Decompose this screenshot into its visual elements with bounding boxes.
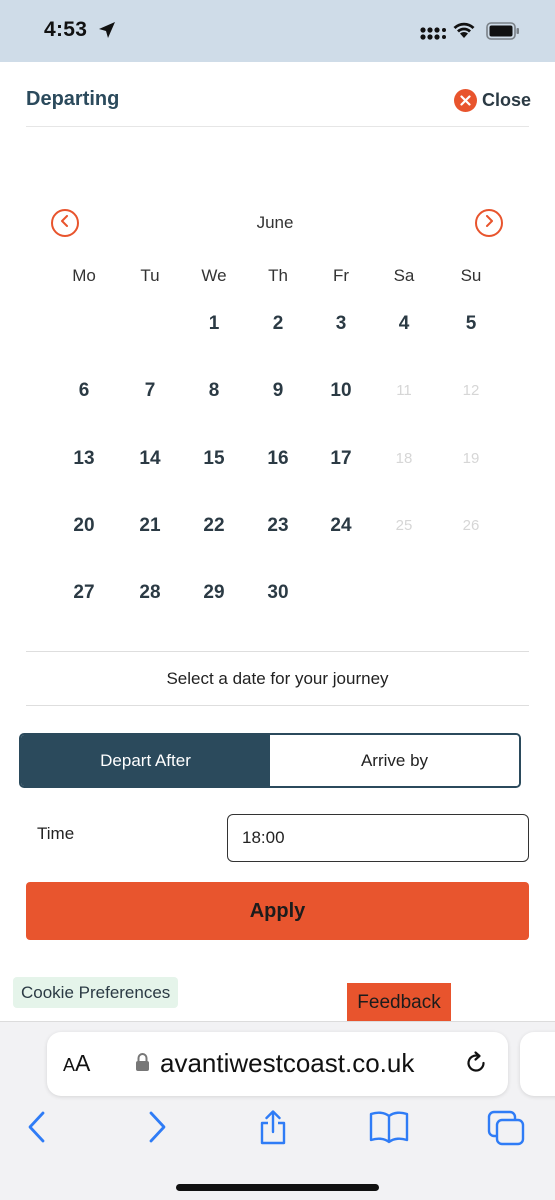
calendar-day-disabled: 25 bbox=[395, 517, 413, 534]
calendar-day[interactable]: 13 bbox=[54, 439, 114, 479]
calendar-day[interactable]: 14 bbox=[120, 439, 180, 479]
calendar-day[interactable]: 30 bbox=[248, 573, 308, 613]
feedback-button[interactable]: Feedback bbox=[347, 983, 451, 1023]
calendar-day[interactable]: 22 bbox=[184, 506, 244, 546]
address-bar[interactable]: AA avantiwestcoast.co.uk bbox=[47, 1032, 508, 1096]
close-icon bbox=[454, 88, 477, 112]
depart-arrive-toggle: Depart After Arrive by bbox=[19, 733, 521, 788]
calendar-day-disabled: 26 bbox=[462, 517, 480, 534]
calendar-day[interactable]: 5 bbox=[441, 304, 501, 344]
calendar-day[interactable]: 16 bbox=[248, 439, 308, 479]
forward-icon[interactable] bbox=[146, 1110, 168, 1149]
chevron-right-icon bbox=[484, 214, 494, 232]
home-indicator bbox=[176, 1184, 379, 1191]
calendar-day[interactable]: 3 bbox=[311, 304, 371, 344]
calendar-day[interactable]: 6 bbox=[54, 371, 114, 411]
cookie-preferences-button[interactable]: Cookie Preferences bbox=[13, 977, 179, 1008]
next-month-button[interactable] bbox=[475, 209, 503, 237]
time-input[interactable] bbox=[227, 814, 529, 862]
calendar-divider-bottom bbox=[26, 705, 529, 706]
calendar-day-disabled: 12 bbox=[462, 382, 480, 399]
weekday-label: Mo bbox=[72, 266, 96, 285]
status-time: 4:53 bbox=[44, 18, 88, 41]
depart-after-option[interactable]: Depart After bbox=[21, 735, 270, 786]
bookmarks-icon[interactable] bbox=[369, 1110, 409, 1149]
aa-large-glyph: A bbox=[75, 1050, 91, 1076]
page-title: Departing bbox=[26, 88, 120, 110]
calendar-day[interactable]: 21 bbox=[120, 506, 180, 546]
close-label: Close bbox=[482, 89, 532, 110]
weekday-label: Sa bbox=[393, 266, 415, 285]
reload-icon[interactable] bbox=[463, 1050, 489, 1081]
time-label: Time bbox=[37, 824, 75, 843]
status-bar: 4:53 bbox=[0, 0, 555, 62]
calendar-day[interactable]: 23 bbox=[248, 506, 308, 546]
calendar-divider-top bbox=[26, 651, 529, 652]
next-tab-preview[interactable] bbox=[520, 1032, 555, 1096]
calendar-day[interactable]: 7 bbox=[120, 371, 180, 411]
wifi-icon bbox=[452, 21, 476, 44]
browser-toolbar: AA avantiwestcoast.co.uk bbox=[0, 1021, 555, 1200]
arrive-by-option[interactable]: Arrive by bbox=[270, 735, 519, 786]
lock-icon bbox=[135, 1052, 150, 1077]
calendar-day[interactable]: 2 bbox=[248, 304, 308, 344]
chevron-left-icon bbox=[60, 214, 70, 232]
weekday-label: Tu bbox=[140, 266, 160, 285]
calendar-day[interactable]: 8 bbox=[184, 371, 244, 411]
close-button[interactable]: Close bbox=[454, 88, 531, 112]
location-arrow-icon bbox=[98, 21, 116, 44]
back-icon[interactable] bbox=[26, 1110, 48, 1149]
signal-icon bbox=[420, 24, 446, 45]
url-text: avantiwestcoast.co.uk bbox=[160, 1048, 415, 1078]
apply-button[interactable]: Apply bbox=[26, 882, 529, 940]
calendar-day[interactable]: 29 bbox=[184, 573, 244, 613]
weekday-label: Fr bbox=[332, 266, 350, 285]
calendar-day[interactable]: 9 bbox=[248, 371, 308, 411]
weekday-label: We bbox=[201, 266, 227, 285]
reader-settings-button[interactable]: AA bbox=[63, 1050, 90, 1077]
share-icon[interactable] bbox=[257, 1110, 289, 1151]
date-hint: Select a date for your journey bbox=[166, 669, 389, 688]
calendar-day[interactable]: 17 bbox=[311, 439, 371, 479]
battery-icon bbox=[486, 22, 520, 45]
tabs-icon[interactable] bbox=[487, 1110, 525, 1151]
calendar-day-disabled: 18 bbox=[395, 450, 413, 467]
weekday-label: Th bbox=[268, 266, 288, 285]
calendar-day[interactable]: 27 bbox=[54, 573, 114, 613]
previous-month-button[interactable] bbox=[51, 209, 79, 237]
calendar-day-disabled: 19 bbox=[462, 450, 480, 467]
modal-header: Departing Close bbox=[0, 62, 555, 128]
calendar-day[interactable]: 20 bbox=[54, 506, 114, 546]
header-divider bbox=[26, 126, 529, 127]
calendar-day[interactable]: 1 bbox=[184, 304, 244, 344]
calendar-day[interactable]: 15 bbox=[184, 439, 244, 479]
calendar-day[interactable]: 10 bbox=[311, 371, 371, 411]
weekday-label: Su bbox=[460, 266, 482, 285]
calendar-day[interactable]: 28 bbox=[120, 573, 180, 613]
calendar-day-disabled: 11 bbox=[396, 382, 412, 399]
month-label: June bbox=[256, 213, 294, 232]
calendar-day[interactable]: 24 bbox=[311, 506, 371, 546]
aa-small-glyph: A bbox=[63, 1055, 76, 1075]
calendar-day[interactable]: 4 bbox=[374, 304, 434, 344]
